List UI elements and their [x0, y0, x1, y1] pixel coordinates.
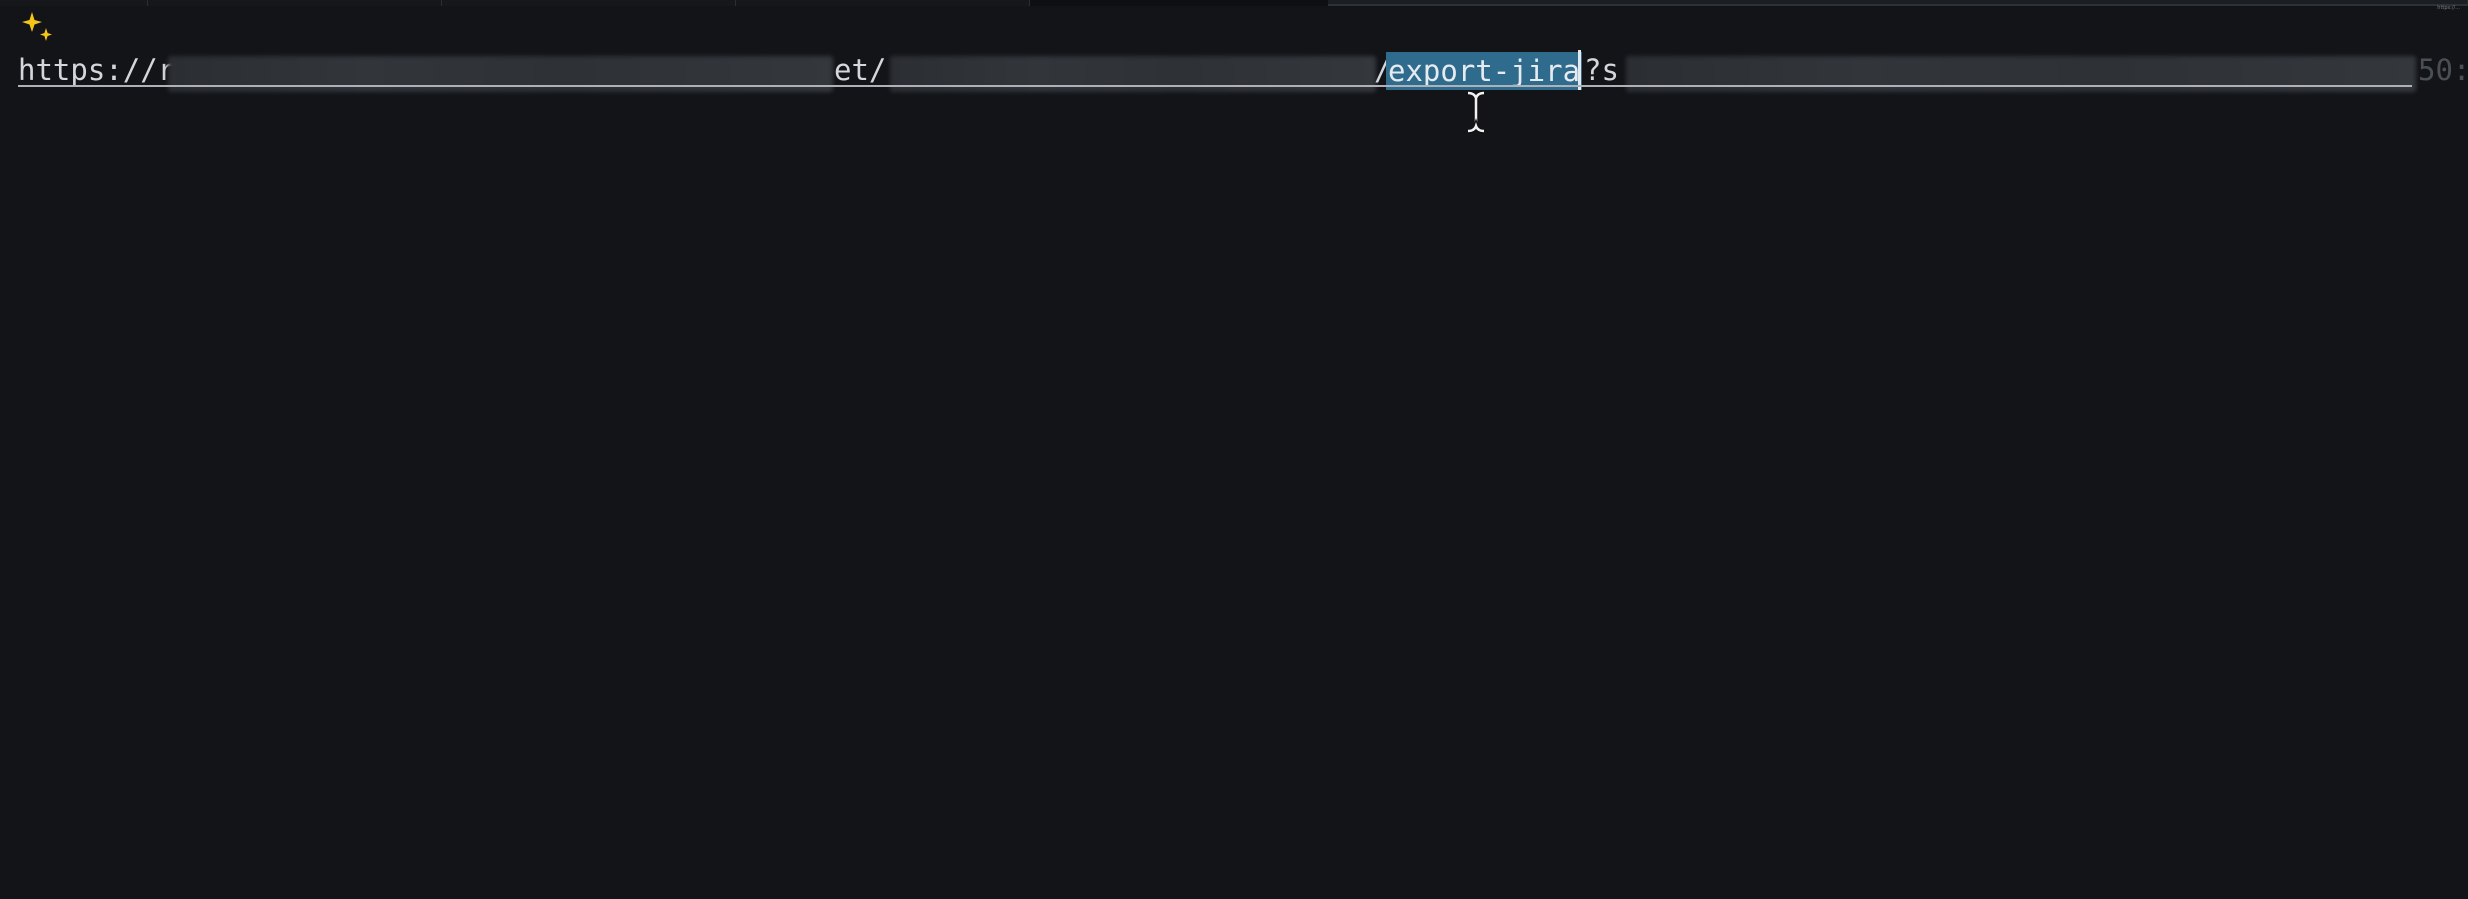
url-path-tail: et/	[834, 53, 887, 87]
tab-gap	[1030, 0, 1328, 6]
text-cursor-icon	[1467, 90, 1485, 134]
tab-active[interactable]	[1328, 0, 2468, 6]
tab-strip	[0, 0, 2468, 6]
url-underline	[18, 85, 2412, 87]
url-prefix: https://r	[18, 53, 176, 87]
corner-url-text: https://...	[2437, 5, 2460, 11]
url-tail-faded: 50:5	[2418, 53, 2468, 87]
tab-1[interactable]	[0, 0, 148, 6]
tab-4[interactable]	[736, 0, 1030, 6]
url-query-start: ?s	[1584, 53, 1619, 87]
tab-3[interactable]	[442, 0, 736, 6]
sparkle-icon[interactable]	[20, 10, 54, 44]
text-caret	[1578, 50, 1581, 90]
terminal-page: https://... https://r et/ / export-jira …	[0, 0, 2468, 899]
tab-2[interactable]	[148, 0, 442, 6]
